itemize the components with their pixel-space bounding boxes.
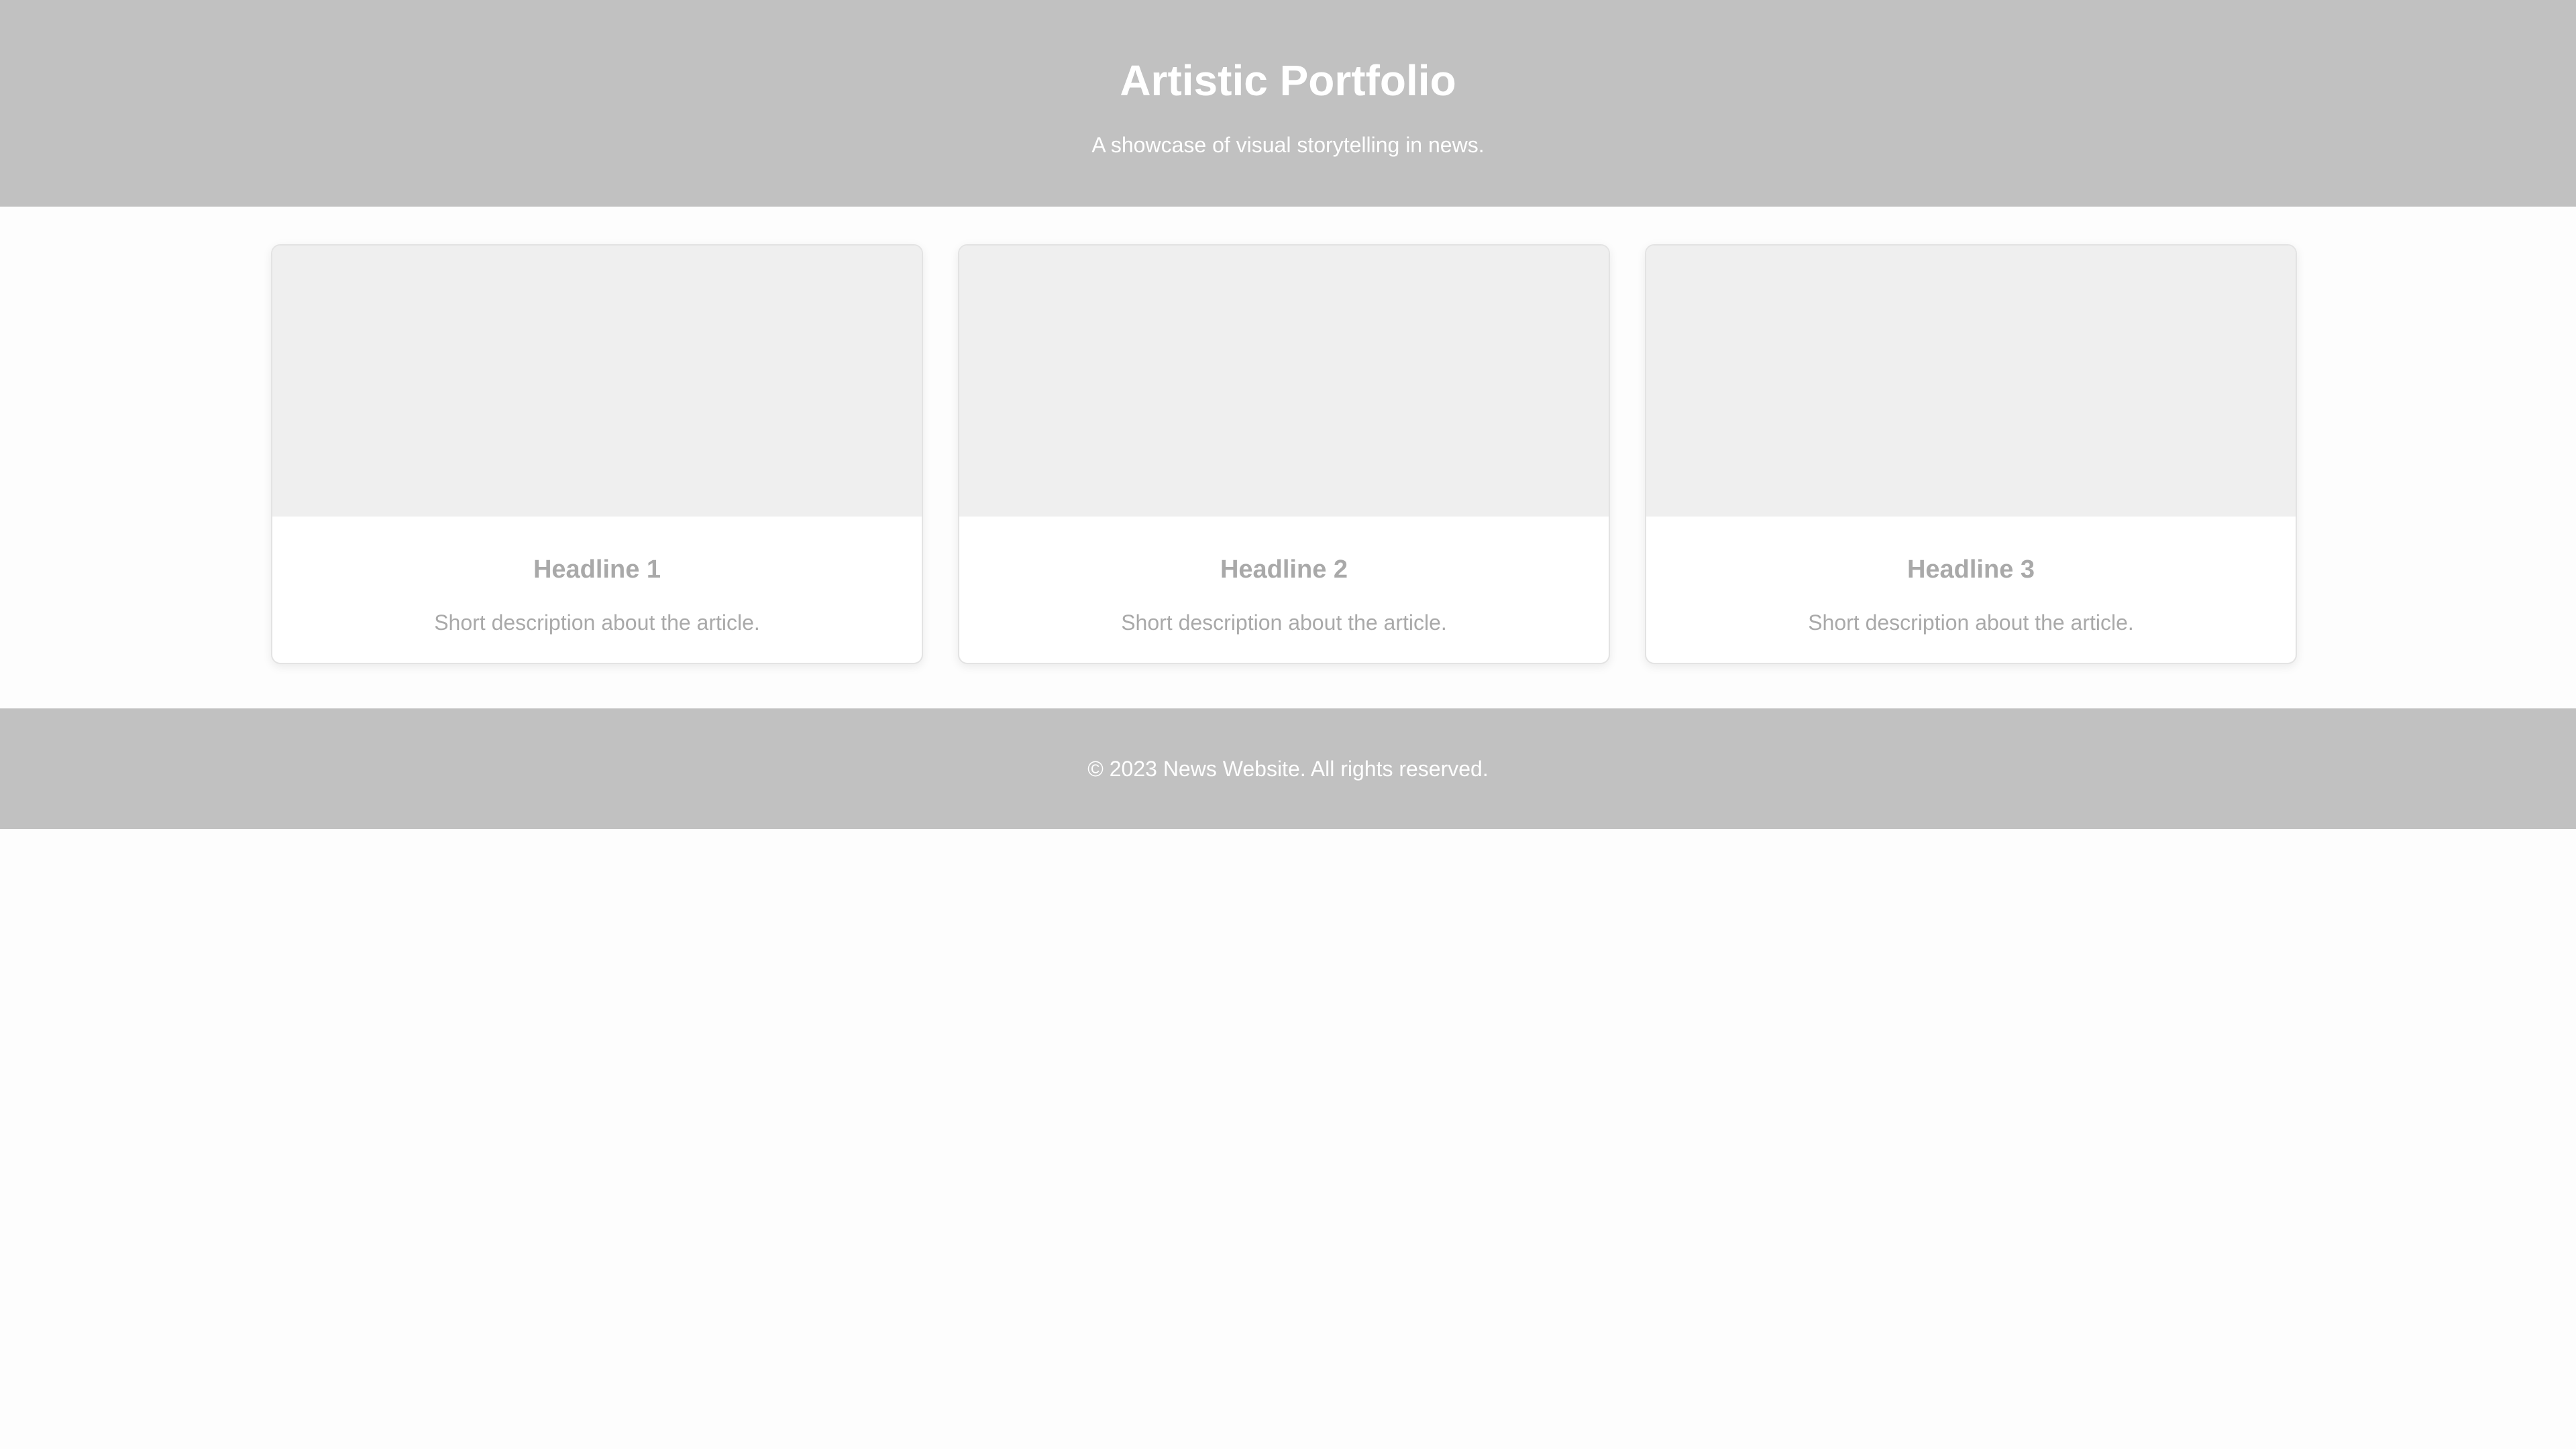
article-image-placeholder xyxy=(959,246,1609,517)
article-card-2[interactable]: Headline 2 Short description about the a… xyxy=(958,244,1610,664)
site-footer: © 2023 News Website. All rights reserved… xyxy=(0,708,2576,829)
article-image-placeholder xyxy=(272,246,922,517)
site-header: Artistic Portfolio A showcase of visual … xyxy=(0,0,2576,207)
article-headline: Headline 3 xyxy=(1907,555,2035,584)
article-description: Short description about the article. xyxy=(1121,610,1447,635)
article-card-3[interactable]: Headline 3 Short description about the a… xyxy=(1645,244,2297,664)
site-subtitle: A showcase of visual storytelling in new… xyxy=(1091,133,1485,157)
article-image-placeholder xyxy=(1646,246,2296,517)
article-description: Short description about the article. xyxy=(434,610,760,635)
article-headline: Headline 1 xyxy=(533,555,661,584)
article-headline: Headline 2 xyxy=(1220,555,1348,584)
site-title: Artistic Portfolio xyxy=(1120,56,1456,105)
page: Artistic Portfolio A showcase of visual … xyxy=(0,0,2576,1449)
article-card-1[interactable]: Headline 1 Short description about the a… xyxy=(271,244,923,664)
article-description: Short description about the article. xyxy=(1808,610,2134,635)
article-grid: Headline 1 Short description about the a… xyxy=(271,244,2300,665)
copyright-text: © 2023 News Website. All rights reserved… xyxy=(1087,757,1489,781)
